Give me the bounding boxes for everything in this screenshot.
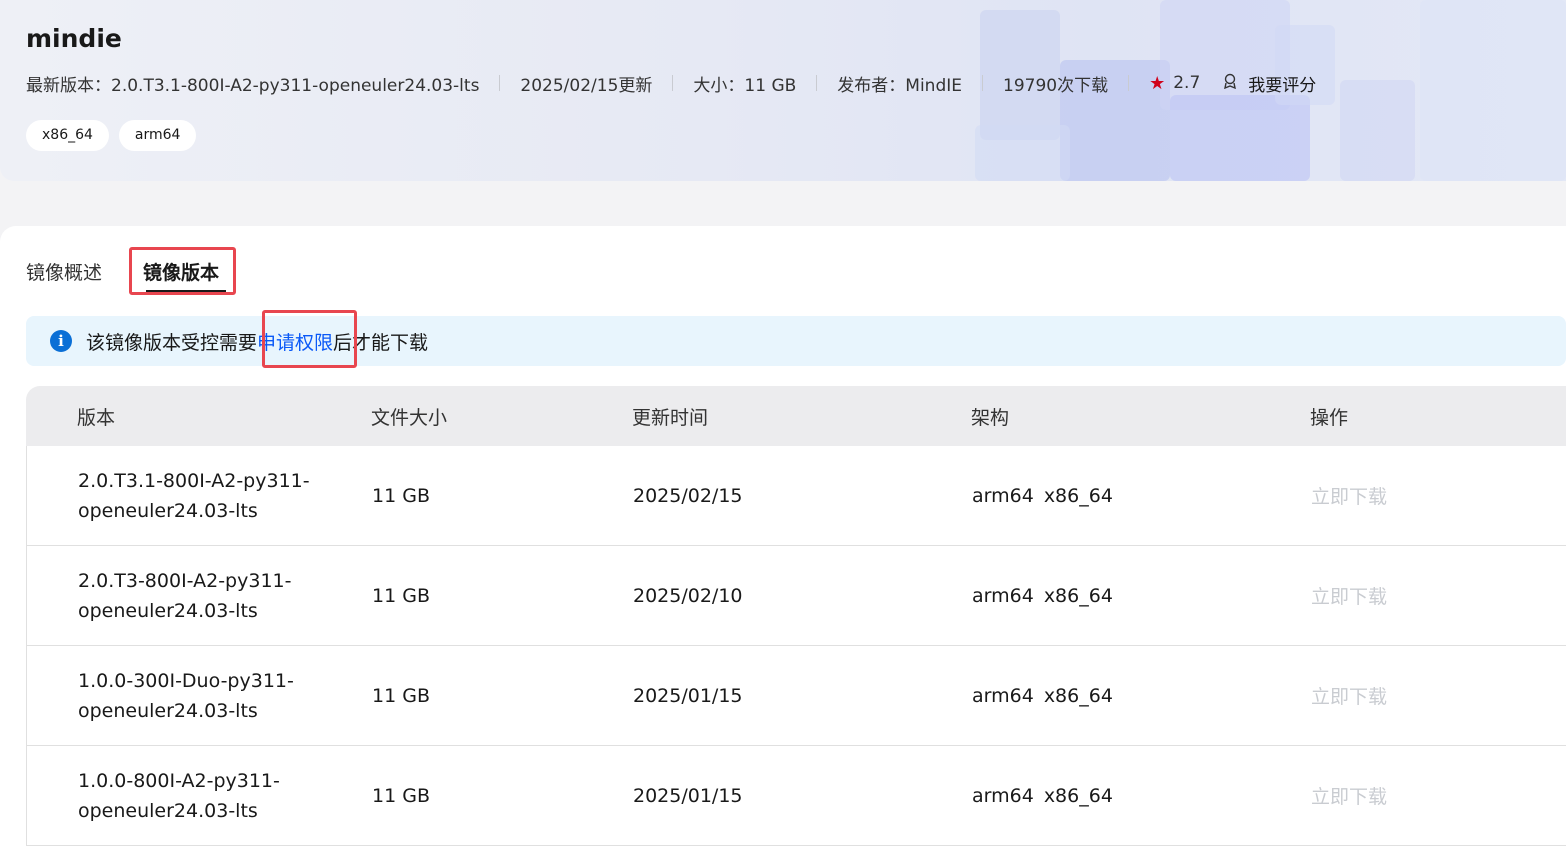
version-text: 2.0.T3.1-800I-A2-py311- bbox=[78, 469, 310, 492]
header-action: 操作 bbox=[1310, 406, 1349, 429]
divider bbox=[816, 75, 818, 91]
versions-table: 版本 文件大小 更新时间 架构 操作 2.0.T3.1-800I-A2-py31… bbox=[26, 386, 1566, 846]
rating-value: 2.7 bbox=[1173, 73, 1201, 93]
table-row: 2.0.T3.1-800I-A2-py311- openeuler24.03-l… bbox=[26, 446, 1566, 546]
header-arch: 架构 bbox=[971, 406, 1010, 429]
header-version: 版本 bbox=[77, 406, 116, 429]
decorative-cube bbox=[1340, 80, 1415, 181]
date-cell: 2025/02/10 bbox=[633, 584, 743, 607]
star-icon: ★ bbox=[1149, 72, 1166, 94]
download-button[interactable]: 立即下载 bbox=[1311, 582, 1387, 609]
table-row: 1.0.0-300I-Duo-py311- openeuler24.03-lts… bbox=[26, 646, 1566, 746]
header-date: 更新时间 bbox=[632, 406, 709, 429]
arch-cell: arm64 x86_64 bbox=[972, 585, 1113, 607]
size-cell: 11 GB bbox=[372, 584, 430, 607]
decorative-cube bbox=[1420, 0, 1566, 181]
date-cell: 2025/01/15 bbox=[633, 784, 743, 807]
arch-value: arm64 bbox=[972, 784, 1034, 807]
version-text: openeuler24.03-lts bbox=[78, 699, 258, 722]
arch-value: arm64 bbox=[972, 684, 1034, 707]
table-header: 版本 文件大小 更新时间 架构 操作 bbox=[26, 386, 1566, 446]
arch-value: x86_64 bbox=[1043, 484, 1113, 507]
divider bbox=[499, 75, 501, 91]
highlight-box-tab bbox=[129, 247, 236, 295]
table-row: 1.0.0-800I-A2-py311- openeuler24.03-lts … bbox=[26, 746, 1566, 846]
arch-tags: x86_64 arm64 bbox=[26, 120, 197, 151]
highlight-box-link bbox=[262, 310, 357, 368]
arch-value: arm64 bbox=[972, 584, 1034, 607]
version-text: openeuler24.03-lts bbox=[78, 799, 258, 822]
update-date: 2025/02/15更新 bbox=[520, 75, 653, 96]
tag-x86-64[interactable]: x86_64 bbox=[26, 120, 109, 151]
rate-button[interactable]: 我要评分 bbox=[1248, 71, 1316, 96]
publisher: 发布者：MindIE bbox=[837, 75, 962, 96]
arch-value: x86_64 bbox=[1043, 784, 1113, 807]
divider bbox=[982, 75, 983, 91]
version-cell: 2.0.T3.1-800I-A2-py311- openeuler24.03-l… bbox=[78, 466, 338, 526]
version-text: 1.0.0-300I-Duo-py311- bbox=[78, 669, 294, 692]
decorative-cube bbox=[1170, 95, 1310, 181]
decorative-cube bbox=[975, 125, 1070, 181]
arch-cell: arm64 x86_64 bbox=[972, 685, 1113, 707]
image-size: 大小：11 GB bbox=[693, 75, 797, 96]
size-cell: 11 GB bbox=[372, 484, 430, 507]
download-button[interactable]: 立即下载 bbox=[1311, 482, 1387, 509]
page-title: mindie bbox=[26, 24, 122, 53]
latest-version: 最新版本：2.0.T3.1-800I-A2-py311-openeuler24.… bbox=[26, 75, 480, 96]
version-cell: 1.0.0-300I-Duo-py311- openeuler24.03-lts bbox=[78, 666, 338, 726]
version-text: 2.0.T3-800I-A2-py311- bbox=[78, 569, 292, 592]
table-row: 2.0.T3-800I-A2-py311- openeuler24.03-lts… bbox=[26, 546, 1566, 646]
tag-arm64[interactable]: arm64 bbox=[118, 120, 197, 151]
download-button[interactable]: 立即下载 bbox=[1311, 782, 1387, 809]
version-text: openeuler24.03-lts bbox=[78, 499, 258, 522]
version-text: openeuler24.03-lts bbox=[78, 599, 258, 622]
date-cell: 2025/01/15 bbox=[633, 684, 743, 707]
arch-cell: arm64 x86_64 bbox=[972, 785, 1113, 807]
arch-cell: arm64 x86_64 bbox=[972, 485, 1113, 507]
size-cell: 11 GB bbox=[372, 784, 430, 807]
header-size: 文件大小 bbox=[371, 406, 448, 429]
rate-icon[interactable] bbox=[1222, 73, 1238, 94]
header-banner: mindie 最新版本：2.0.T3.1-800I-A2-py311-opene… bbox=[0, 0, 1566, 181]
version-cell: 2.0.T3-800I-A2-py311- openeuler24.03-lts bbox=[78, 566, 338, 626]
info-icon: i bbox=[50, 330, 72, 352]
version-cell: 1.0.0-800I-A2-py311- openeuler24.03-lts bbox=[78, 766, 338, 826]
download-button[interactable]: 立即下载 bbox=[1311, 682, 1387, 709]
date-cell: 2025/02/15 bbox=[633, 484, 743, 507]
divider bbox=[672, 75, 674, 91]
tab-overview[interactable]: 镜像概述 bbox=[26, 258, 102, 288]
notice-prefix: 该镜像版本受控需要 bbox=[86, 331, 258, 354]
divider bbox=[1128, 75, 1130, 91]
arch-value: x86_64 bbox=[1043, 584, 1113, 607]
permission-notice: i 该镜像版本受控需要 申请权限 后才能下载 bbox=[26, 316, 1566, 366]
meta-row: 最新版本：2.0.T3.1-800I-A2-py311-openeuler24.… bbox=[26, 70, 1316, 96]
arch-value: x86_64 bbox=[1043, 684, 1113, 707]
version-text: 1.0.0-800I-A2-py311- bbox=[78, 769, 280, 792]
size-cell: 11 GB bbox=[372, 684, 430, 707]
download-count: 19790次下载 bbox=[1003, 75, 1109, 96]
arch-value: arm64 bbox=[972, 484, 1034, 507]
